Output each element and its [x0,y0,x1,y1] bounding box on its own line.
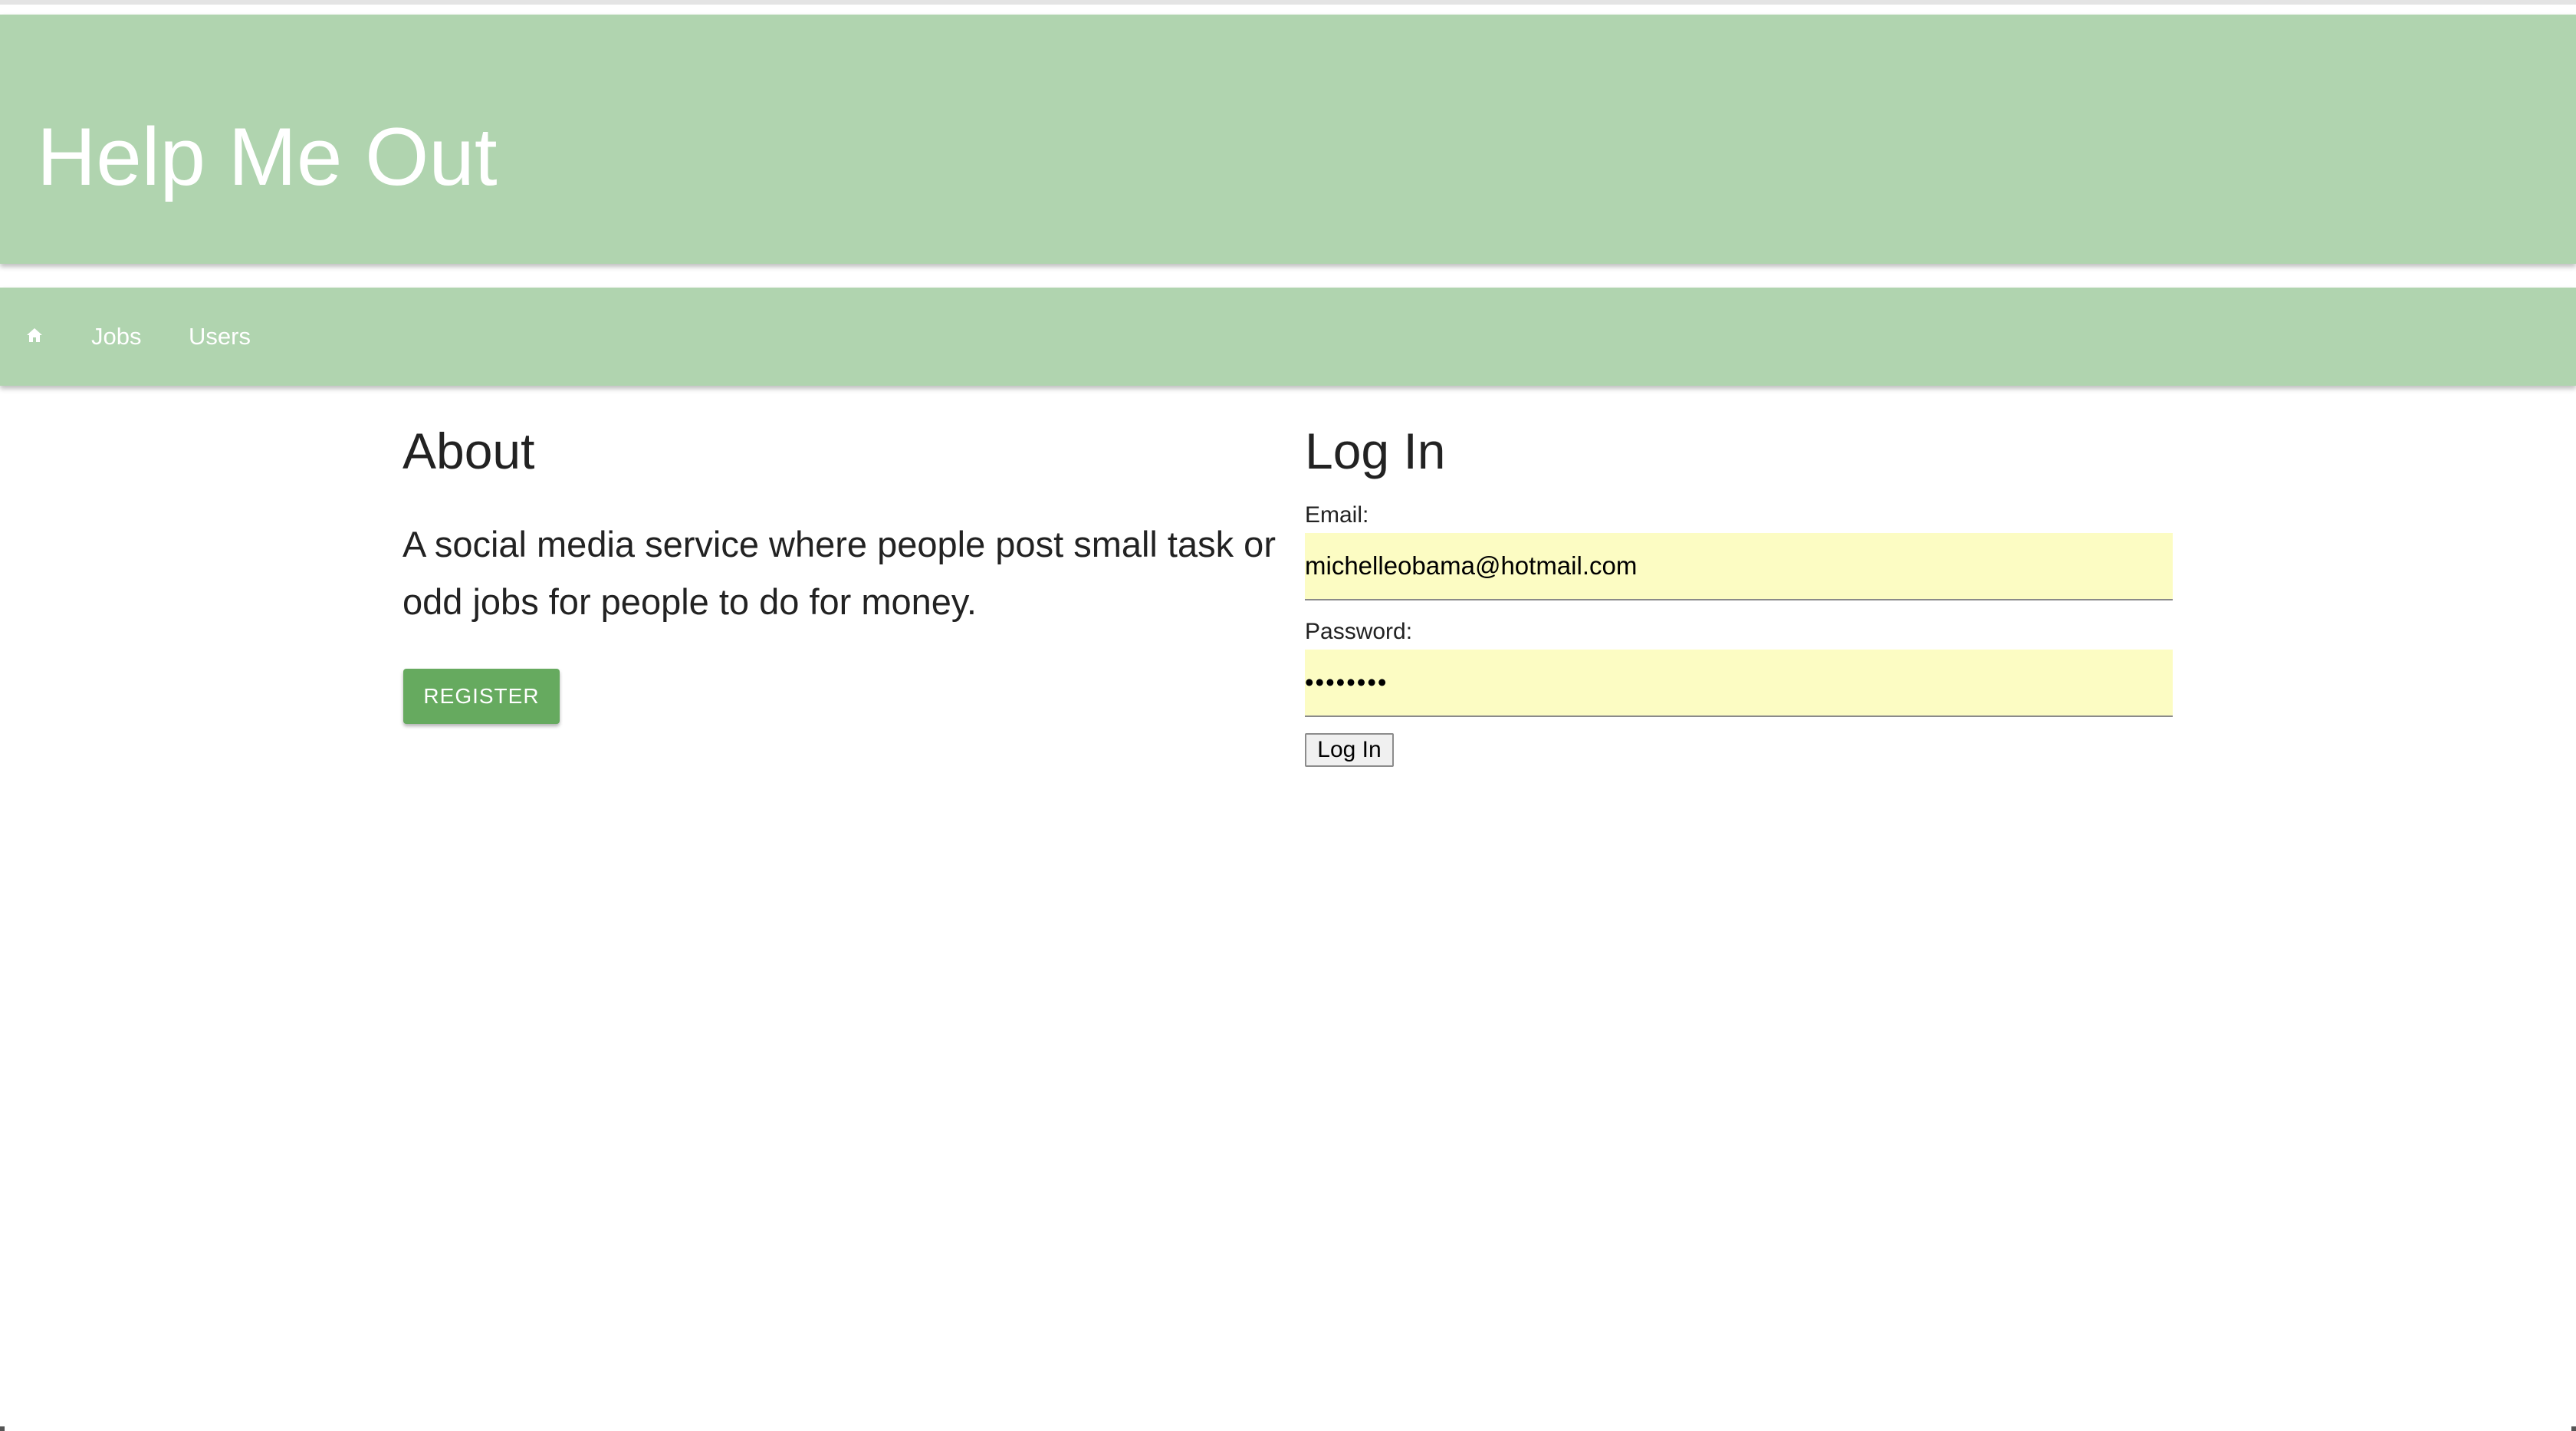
register-button[interactable]: REGISTER [403,669,560,724]
nav-link-jobs[interactable]: Jobs [91,317,141,357]
email-field[interactable] [1305,533,2173,600]
about-description: A social media service where people post… [402,524,1276,622]
window-corner-right [2571,1426,2576,1431]
nav-home-link[interactable] [18,315,49,358]
password-label: Password: [1305,619,1413,644]
top-divider [0,0,2576,5]
email-label: Email: [1305,502,1369,528]
site-header: Help Me Out [0,15,2576,264]
login-submit-button[interactable]: Log In [1305,733,1394,767]
login-heading: Log In [1305,423,1446,479]
page: Help Me Out Jobs Users About A social me… [0,0,2576,1431]
about-heading: About [402,423,535,479]
site-title: Help Me Out [37,110,498,202]
window-corner-left [0,1426,5,1431]
password-field[interactable] [1305,650,2173,717]
nav-link-users[interactable]: Users [189,317,251,357]
navbar: Jobs Users [0,288,2576,386]
home-icon [27,328,42,342]
